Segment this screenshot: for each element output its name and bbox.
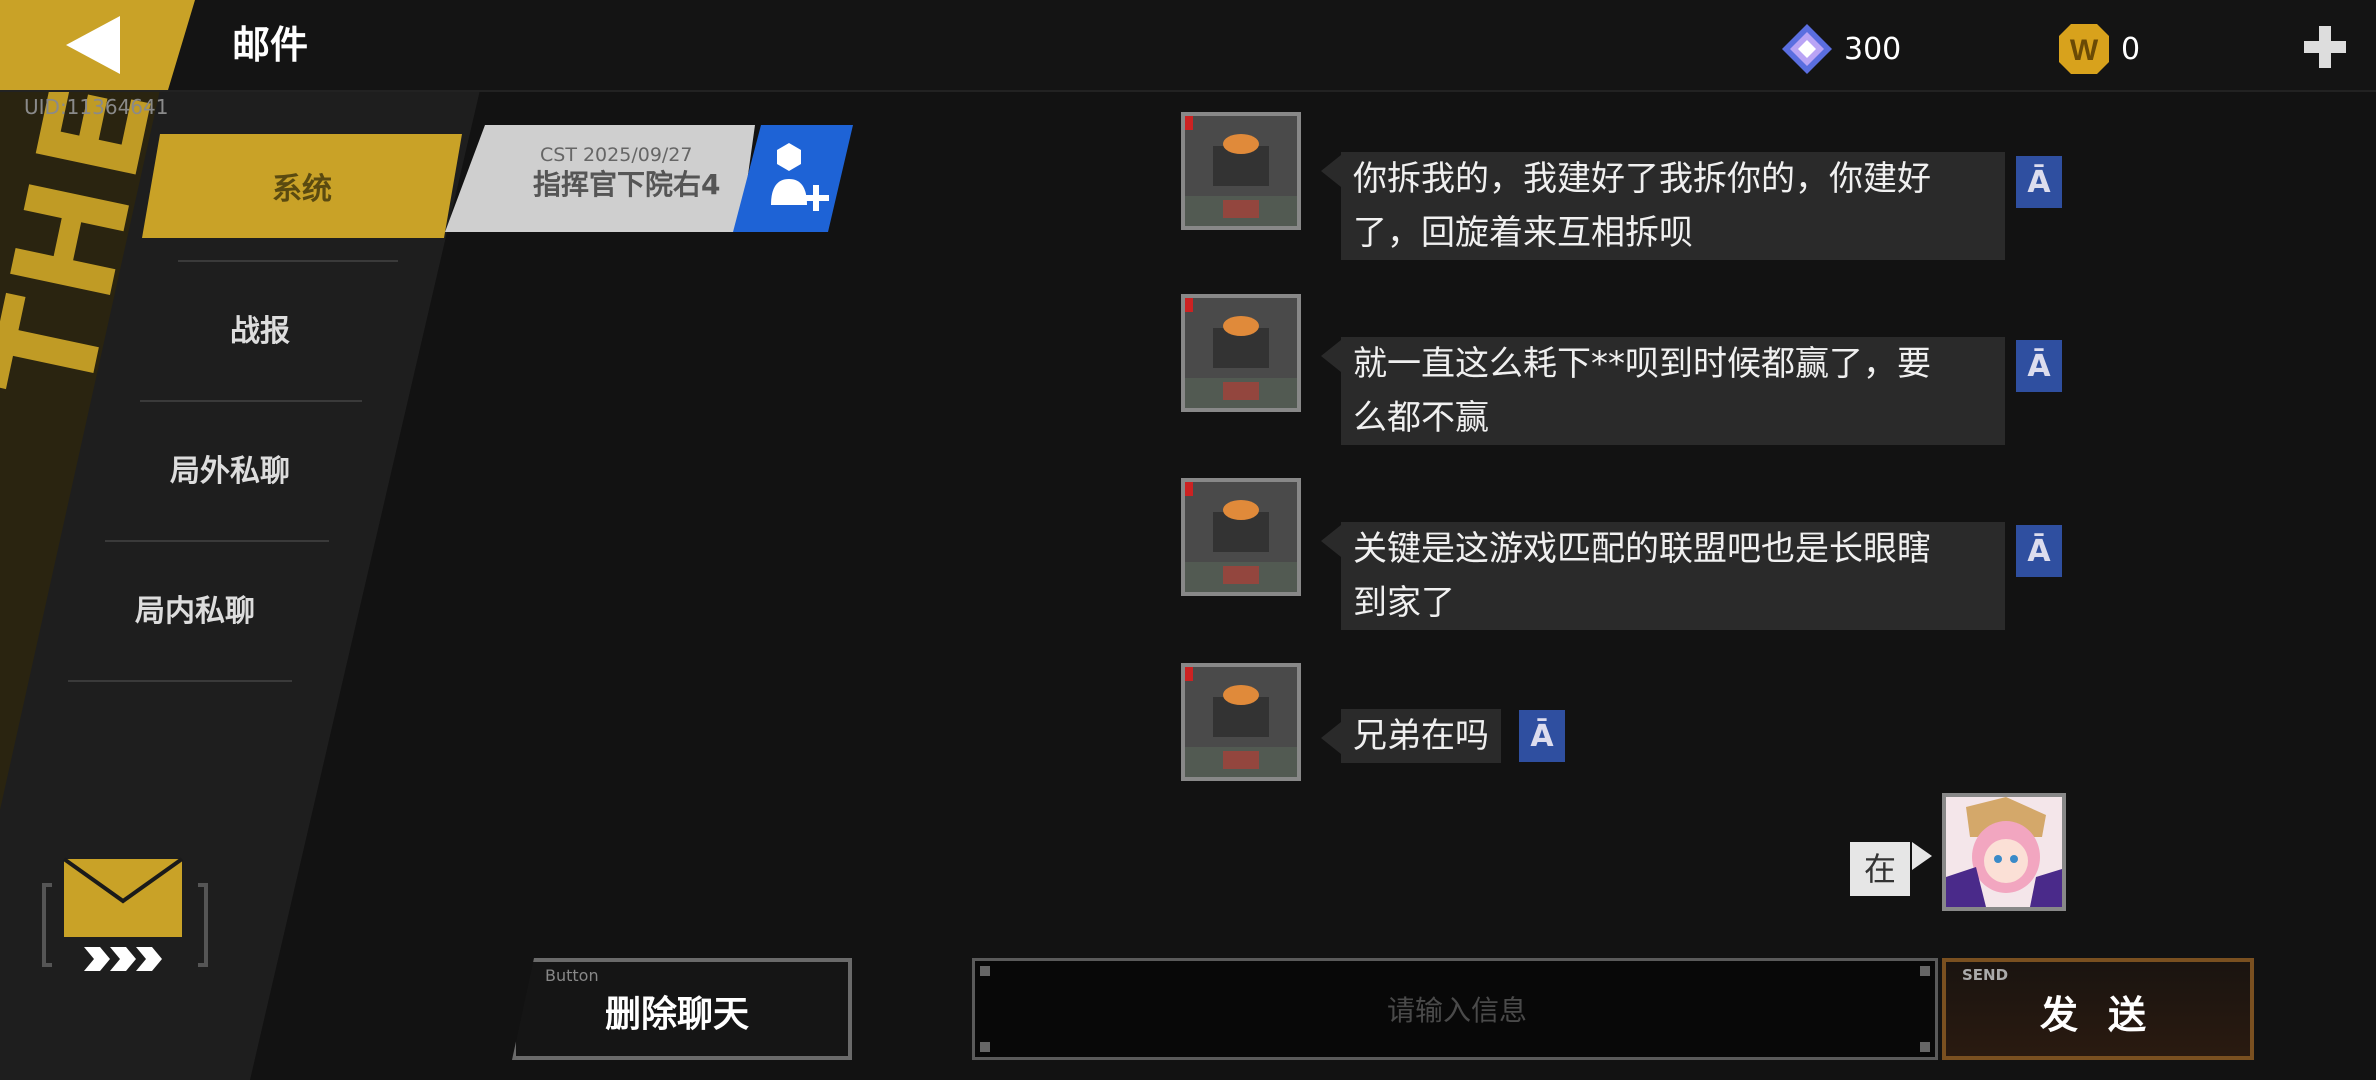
translate-icon: Ā	[1530, 718, 1554, 754]
send-button-sublabel: SEND	[1962, 966, 2009, 984]
divider	[178, 260, 398, 262]
translate-button[interactable]: Ā	[1519, 710, 1565, 762]
message-text: 兄弟在吗	[1353, 716, 1489, 756]
divider	[68, 680, 292, 682]
message-text: 关键是这游戏匹配的联盟吧也是长眼瞎	[1353, 529, 1931, 569]
svg-text:W: W	[2070, 34, 2099, 67]
plus-icon[interactable]	[2300, 22, 2350, 72]
divider	[140, 400, 362, 402]
gem-currency[interactable]: 300	[1780, 22, 1901, 76]
translate-button[interactable]: Ā	[2016, 525, 2062, 577]
gold-currency[interactable]: W 0	[2057, 22, 2140, 76]
tab-external-chat-label: 局外私聊	[170, 454, 290, 489]
robot-avatar-icon	[1185, 116, 1297, 226]
tab-battle-report[interactable]: 战报	[120, 278, 400, 378]
sender-avatar[interactable]	[1181, 478, 1301, 596]
input-corner-decoration	[1920, 966, 1930, 976]
input-corner-decoration	[1920, 1042, 1930, 1052]
tab-battle-report-label: 战报	[230, 314, 290, 349]
mail-envelope-icon[interactable]	[40, 855, 210, 975]
input-corner-decoration	[980, 1042, 990, 1052]
message-text: 你拆我的，我建好了我拆你的，你建好	[1353, 159, 1931, 199]
page-title: 邮件	[232, 23, 309, 67]
bubble-tail	[1321, 722, 1341, 754]
sender-avatar[interactable]	[1181, 663, 1301, 781]
anime-girl-avatar-icon	[1946, 797, 2062, 907]
user-id: UID:11364641	[24, 95, 169, 119]
message-text: 么都不赢	[1353, 398, 1489, 438]
message-input[interactable]	[975, 961, 1939, 1059]
translate-button[interactable]: Ā	[2016, 156, 2062, 208]
gold-count: 0	[2121, 31, 2141, 67]
bubble-tail	[1321, 340, 1341, 372]
my-avatar[interactable]	[1942, 793, 2066, 911]
input-corner-decoration	[980, 966, 990, 976]
divider	[105, 540, 329, 542]
message-text: 到家了	[1353, 583, 1455, 623]
sender-avatar[interactable]	[1181, 112, 1301, 230]
robot-avatar-icon	[1185, 667, 1297, 777]
message-text: 了，回旋着来互相拆呗	[1353, 213, 1693, 253]
message-bubble: 关键是这游戏匹配的联盟吧也是长眼瞎 到家了	[1341, 522, 2005, 630]
delete-button-sublabel: Button	[545, 966, 599, 985]
message-input-container	[972, 958, 1939, 1060]
gold-coin-icon: W	[2059, 24, 2109, 74]
robot-avatar-icon	[1185, 482, 1297, 592]
delete-button-label: 删除聊天	[605, 994, 750, 1035]
tab-external-chat[interactable]: 局外私聊	[90, 418, 370, 518]
tab-internal-chat[interactable]: 局内私聊	[55, 558, 335, 658]
message-bubble: 就一直这么耗下**呗到时候都赢了，要 么都不赢	[1341, 337, 2005, 445]
send-button-label: 发送	[2040, 993, 2177, 1037]
robot-avatar-icon	[1185, 298, 1297, 408]
bubble-tail	[1912, 842, 1932, 870]
top-bar	[0, 0, 2376, 92]
message-text: 就一直这么耗下**呗到时候都赢了，要	[1353, 344, 1931, 384]
back-arrow-icon	[66, 16, 120, 74]
my-message-bubble: 在	[1850, 842, 1911, 896]
message-bubble: 你拆我的，我建好了我拆你的，你建好 了，回旋着来互相拆呗	[1341, 152, 2005, 260]
tab-internal-chat-label: 局内私聊	[135, 594, 255, 629]
contact-name: 指挥官下院右4	[533, 168, 721, 201]
tab-system-label: 系统	[272, 172, 332, 207]
sender-avatar[interactable]	[1181, 294, 1301, 412]
message-text: 在	[1864, 850, 1897, 888]
translate-icon: Ā	[2027, 164, 2051, 200]
translate-icon: Ā	[2027, 533, 2051, 569]
message-bubble: 兄弟在吗	[1341, 709, 1501, 763]
gem-count: 300	[1844, 31, 1902, 67]
tab-system[interactable]: 系统	[142, 134, 462, 238]
translate-button[interactable]: Ā	[2016, 340, 2062, 392]
bubble-tail	[1321, 525, 1341, 557]
diamond-gem-icon	[1782, 24, 1832, 74]
translate-icon: Ā	[2027, 348, 2051, 384]
bubble-tail	[1321, 155, 1341, 187]
add-friend-icon	[771, 143, 829, 211]
